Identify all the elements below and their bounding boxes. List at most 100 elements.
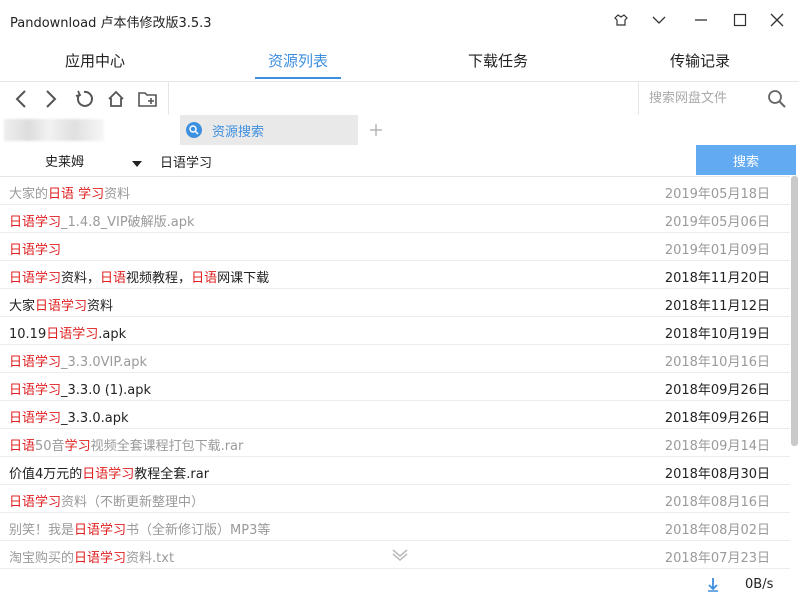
active-tab-underline — [255, 77, 341, 79]
result-name[interactable]: 日语学习_3.3.0 (1).apk — [9, 379, 151, 398]
result-date: 2018年10月19日 — [664, 327, 770, 342]
result-date: 2018年11月12日 — [664, 299, 770, 314]
status-bar: 0B/s — [0, 570, 799, 600]
name-text: _3.3.0 (1).apk — [61, 383, 152, 398]
name-text: 资料.txt — [126, 551, 175, 566]
search-button[interactable]: 搜索 — [696, 145, 796, 175]
name-text: 书（全新修订版）MP3等 — [126, 523, 271, 538]
forward-icon[interactable] — [39, 88, 63, 110]
result-date: 2019年05月18日 — [664, 187, 770, 202]
result-row[interactable]: 日语学习 2019年01月09日 — [0, 233, 790, 261]
result-row[interactable]: 大家的日语 学习资料 2019年05月18日 — [0, 177, 790, 205]
result-date: 2018年07月23日 — [664, 551, 770, 566]
window-title: Pandownload 卢本伟修改版3.5.3 — [10, 16, 212, 31]
name-text: 淘宝购买的 — [9, 551, 75, 566]
user-select[interactable]: 史莱姆 — [45, 151, 145, 171]
refresh-icon[interactable] — [72, 88, 96, 110]
result-name[interactable]: 10.19日语学习.apk — [9, 323, 126, 342]
result-name[interactable]: 日语学习_3.3.0VIP.apk — [9, 351, 147, 370]
title-bar: Pandownload 卢本伟修改版3.5.3 — [0, 0, 799, 40]
result-date: 2018年10月16日 — [664, 355, 770, 370]
result-name[interactable]: 日语学习_1.4.8_VIP破解版.apk — [9, 211, 195, 230]
tab-resource-search[interactable]: 资源搜索 — [180, 115, 358, 145]
main-tabs: 应用中心 资源列表 下载任务 传输记录 — [0, 40, 799, 80]
name-text: 别笑！我是 — [9, 523, 75, 538]
name-text: 大家 — [9, 299, 36, 314]
blurred-tab[interactable] — [4, 119, 104, 141]
add-tab-icon[interactable] — [364, 115, 388, 145]
result-name[interactable]: 大家日语学习资料 — [9, 295, 113, 314]
result-name[interactable]: 大家的日语 学习资料 — [9, 183, 130, 202]
skin-icon[interactable] — [608, 8, 634, 32]
name-text: .apk — [98, 327, 127, 342]
result-name[interactable]: 价值4万元的日语学习教程全套.rar — [9, 463, 209, 482]
keyword-highlight: 日语学习 — [9, 411, 62, 426]
result-name[interactable]: 日语学习资料（不断更新整理中） — [9, 491, 204, 510]
keyword-input[interactable] — [158, 149, 682, 173]
result-date: 2018年09月14日 — [664, 439, 770, 454]
result-date: 2018年09月26日 — [664, 383, 770, 398]
result-row[interactable]: 别笑！我是日语学习书（全新修订版）MP3等 2018年08月02日 — [0, 513, 790, 541]
netdisk-search-box — [638, 82, 799, 116]
tab-download-tasks[interactable]: 下载任务 — [398, 40, 598, 80]
result-name[interactable]: 日语50音学习视频全套课程打包下载.rar — [9, 435, 243, 454]
back-icon[interactable] — [9, 88, 33, 110]
result-date: 2018年09月26日 — [664, 411, 770, 426]
dropdown-arrow-icon — [132, 156, 142, 171]
close-button[interactable] — [764, 8, 790, 32]
name-text: 10.19 — [9, 327, 47, 342]
name-text: _3.3.0.apk — [61, 411, 129, 426]
result-row[interactable]: 日语学习_3.3.0 (1).apk 2018年09月26日 — [0, 373, 790, 401]
name-text: 视频教程， — [126, 271, 192, 286]
name-text: 50音 — [35, 439, 65, 454]
keyword-highlight: 日语学习 — [9, 271, 62, 286]
result-date: 2018年11月20日 — [664, 271, 770, 286]
keyword-highlight: 学习 — [64, 439, 91, 454]
netdisk-search-input[interactable] — [647, 90, 761, 107]
home-icon[interactable] — [104, 88, 128, 110]
keyword-highlight: 日语学习 — [82, 467, 135, 482]
name-text: 资料（不断更新整理中） — [61, 495, 205, 510]
scrollbar[interactable] — [791, 176, 798, 446]
result-name[interactable]: 淘宝购买的日语学习资料.txt — [9, 547, 174, 566]
search-bar: 史莱姆 搜索 — [0, 145, 799, 175]
result-row[interactable]: 10.19日语学习.apk 2018年10月19日 — [0, 317, 790, 345]
result-name[interactable]: 日语学习_3.3.0.apk — [9, 407, 128, 426]
name-text: _3.3.0VIP.apk — [61, 355, 148, 370]
search-icon — [186, 122, 202, 138]
result-name[interactable]: 别笑！我是日语学习书（全新修订版）MP3等 — [9, 519, 270, 538]
result-name[interactable]: 日语学习资料，日语视频教程，日语网课下载 — [9, 267, 269, 286]
tab-resource-list[interactable]: 资源列表 — [198, 40, 398, 80]
name-text: 价值4万元的 — [9, 467, 83, 482]
keyword-highlight: 日语 — [191, 271, 218, 286]
result-row[interactable]: 日语学习_3.3.0VIP.apk 2018年10月16日 — [0, 345, 790, 373]
result-row[interactable]: 日语学习_3.3.0.apk 2018年09月26日 — [0, 401, 790, 429]
result-row[interactable]: 价值4万元的日语学习教程全套.rar 2018年08月30日 — [0, 457, 790, 485]
result-row[interactable]: 日语学习_1.4.8_VIP破解版.apk 2019年05月06日 — [0, 205, 790, 233]
name-text: 大家的 — [9, 187, 49, 202]
chevron-down-icon[interactable] — [646, 8, 672, 32]
toolbar-divider — [168, 82, 169, 116]
maximize-button[interactable] — [727, 8, 753, 32]
result-row[interactable]: 日语学习资料，日语视频教程，日语网课下载 2018年11月20日 — [0, 261, 790, 289]
minimize-button[interactable] — [688, 8, 714, 32]
tab-app-center[interactable]: 应用中心 — [0, 40, 195, 80]
new-folder-icon[interactable] — [136, 88, 160, 110]
name-text: 视频全套课程打包下载.rar — [90, 439, 244, 454]
scroll-more-icon[interactable] — [390, 548, 410, 564]
keyword-highlight: 日语学习 — [9, 215, 62, 230]
tab-transfer-records[interactable]: 传输记录 — [600, 40, 799, 80]
search-icon[interactable] — [767, 89, 787, 113]
result-name[interactable]: 日语学习 — [9, 239, 61, 258]
result-row[interactable]: 日语50音学习视频全套课程打包下载.rar 2018年09月14日 — [0, 429, 790, 457]
keyword-highlight: 日语 — [100, 271, 127, 286]
keyword-highlight: 日语学习 — [9, 383, 62, 398]
result-row[interactable]: 大家日语学习资料 2018年11月12日 — [0, 289, 790, 317]
download-speed: 0B/s — [745, 577, 774, 592]
user-select-value: 史莱姆 — [45, 155, 85, 170]
results-list: 大家的日语 学习资料 2019年05月18日日语学习_1.4.8_VIP破解版.a… — [0, 176, 790, 569]
tab-strip: 资源搜索 — [0, 115, 799, 145]
result-row[interactable]: 日语学习资料（不断更新整理中） 2018年08月16日 — [0, 485, 790, 513]
result-date: 2018年08月02日 — [664, 523, 770, 538]
result-date: 2018年08月30日 — [664, 467, 770, 482]
